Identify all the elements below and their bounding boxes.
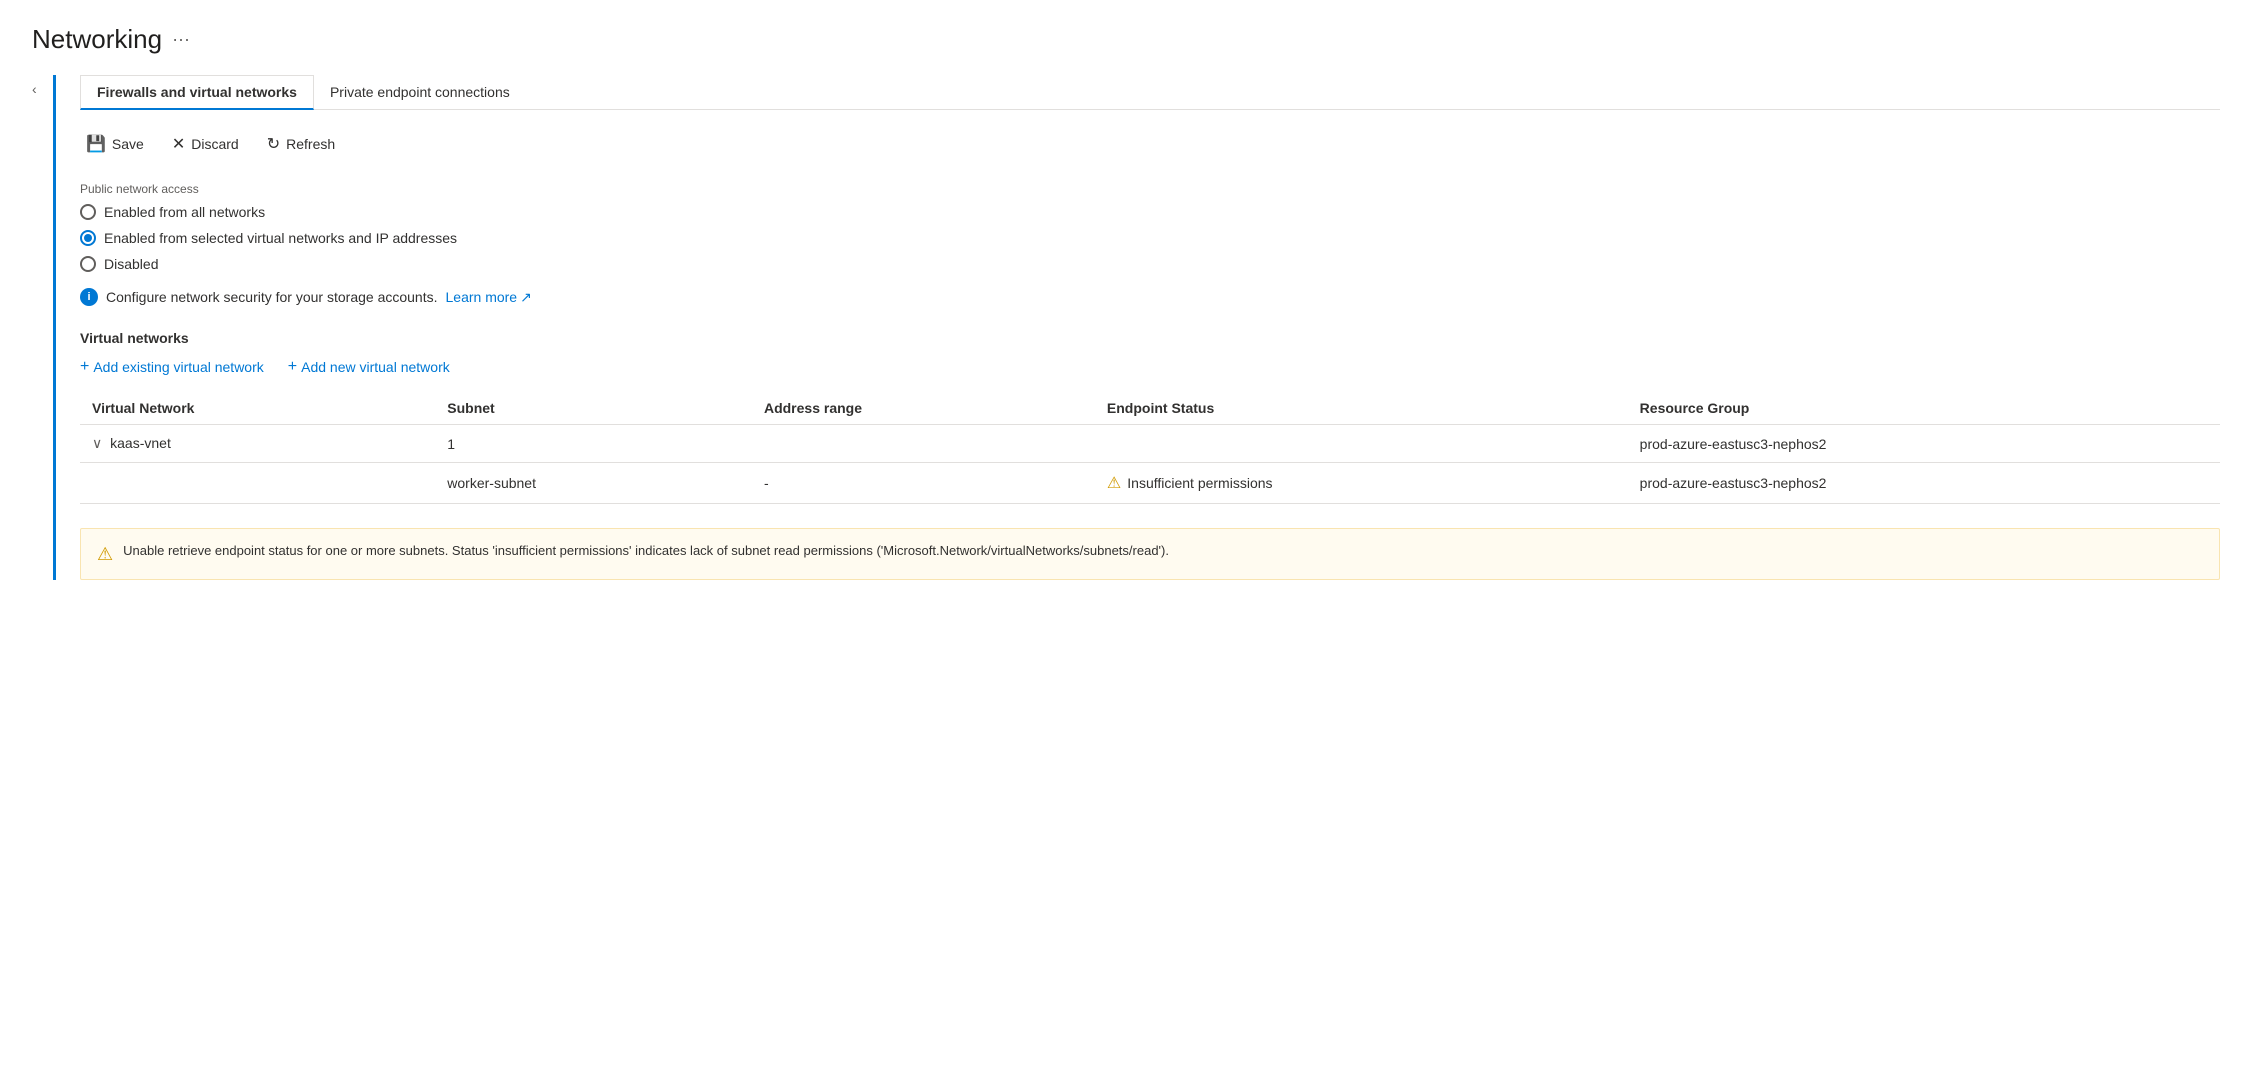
warning-box-icon: ⚠ bbox=[97, 544, 113, 565]
plus-icon-new: + bbox=[288, 358, 297, 376]
col-vnet: Virtual Network bbox=[80, 392, 435, 425]
action-links: + Add existing virtual network + Add new… bbox=[80, 358, 2220, 376]
endpoint-status-label: Insufficient permissions bbox=[1127, 475, 1272, 491]
collapse-panel-button[interactable]: ‹ bbox=[32, 75, 56, 580]
public-access-section: Public network access Enabled from all n… bbox=[80, 182, 2220, 306]
title-ellipsis: ··· bbox=[172, 29, 190, 50]
tab-private-endpoints[interactable]: Private endpoint connections bbox=[314, 75, 526, 109]
refresh-label: Refresh bbox=[286, 136, 335, 152]
plus-icon-existing: + bbox=[80, 358, 89, 376]
learn-more-label: Learn more bbox=[446, 289, 518, 305]
discard-label: Discard bbox=[191, 136, 238, 152]
info-text: Configure network security for your stor… bbox=[106, 289, 438, 305]
add-existing-vnet-link[interactable]: + Add existing virtual network bbox=[80, 358, 264, 376]
col-endpoint: Endpoint Status bbox=[1095, 392, 1628, 425]
info-row: i Configure network security for your st… bbox=[80, 288, 2220, 306]
external-link-icon: ↗ bbox=[520, 289, 532, 306]
add-new-label: Add new virtual network bbox=[301, 359, 450, 375]
info-icon: i bbox=[80, 288, 98, 306]
radio-all-networks-label: Enabled from all networks bbox=[104, 204, 265, 220]
title-text: Networking bbox=[32, 24, 162, 55]
refresh-icon: ↻ bbox=[267, 134, 280, 154]
radio-disabled-circle bbox=[80, 256, 96, 272]
rg-cell-2: prod-azure-eastusc3-nephos2 bbox=[1628, 463, 2220, 504]
address-cell-1 bbox=[752, 425, 1095, 463]
vnet-name-cell: ∨ kaas-vnet bbox=[80, 425, 435, 463]
virtual-networks-section: Virtual networks + Add existing virtual … bbox=[80, 330, 2220, 504]
vnet-name: kaas-vnet bbox=[110, 435, 171, 451]
col-subnet: Subnet bbox=[435, 392, 752, 425]
tab-bar: Firewalls and virtual networks Private e… bbox=[80, 75, 2220, 110]
warning-box-text: Unable retrieve endpoint status for one … bbox=[123, 543, 1169, 558]
address-cell-2: - bbox=[752, 463, 1095, 504]
discard-icon: ✕ bbox=[172, 134, 185, 154]
radio-all-networks[interactable]: Enabled from all networks bbox=[80, 204, 2220, 220]
page-title: Networking ··· bbox=[32, 24, 2220, 55]
table-row: worker-subnet - ⚠ Insufficient permissio… bbox=[80, 463, 2220, 504]
endpoint-cell-1 bbox=[1095, 425, 1628, 463]
public-access-radio-group: Enabled from all networks Enabled from s… bbox=[80, 204, 2220, 272]
rg-cell-1: prod-azure-eastusc3-nephos2 bbox=[1628, 425, 2220, 463]
virtual-networks-title: Virtual networks bbox=[80, 330, 2220, 346]
radio-disabled[interactable]: Disabled bbox=[80, 256, 2220, 272]
warning-triangle-icon: ⚠ bbox=[1107, 473, 1121, 493]
radio-selected-networks-label: Enabled from selected virtual networks a… bbox=[104, 230, 457, 246]
table-row: ∨ kaas-vnet 1 prod-azure-eastusc3-nephos… bbox=[80, 425, 2220, 463]
radio-disabled-label: Disabled bbox=[104, 256, 158, 272]
virtual-networks-table: Virtual Network Subnet Address range End… bbox=[80, 392, 2220, 504]
col-rg: Resource Group bbox=[1628, 392, 2220, 425]
radio-selected-networks-circle bbox=[80, 230, 96, 246]
refresh-button[interactable]: ↻ Refresh bbox=[261, 130, 341, 158]
radio-all-networks-circle bbox=[80, 204, 96, 220]
chevron-icon: ∨ bbox=[92, 435, 102, 451]
vnet-name-cell-2 bbox=[80, 463, 435, 504]
endpoint-cell-2: ⚠ Insufficient permissions bbox=[1095, 463, 1628, 504]
public-access-label: Public network access bbox=[80, 182, 2220, 196]
tab-firewalls[interactable]: Firewalls and virtual networks bbox=[80, 75, 314, 110]
subnet-cell-2: worker-subnet bbox=[435, 463, 752, 504]
add-existing-label: Add existing virtual network bbox=[93, 359, 263, 375]
subnet-cell-1: 1 bbox=[435, 425, 752, 463]
warning-box: ⚠ Unable retrieve endpoint status for on… bbox=[80, 528, 2220, 580]
add-new-vnet-link[interactable]: + Add new virtual network bbox=[288, 358, 450, 376]
radio-selected-networks[interactable]: Enabled from selected virtual networks a… bbox=[80, 230, 2220, 246]
toolbar: 💾 Save ✕ Discard ↻ Refresh bbox=[80, 130, 2220, 158]
discard-button[interactable]: ✕ Discard bbox=[166, 130, 245, 158]
save-icon: 💾 bbox=[86, 134, 106, 154]
col-address: Address range bbox=[752, 392, 1095, 425]
save-button[interactable]: 💾 Save bbox=[80, 130, 150, 158]
learn-more-link[interactable]: Learn more ↗ bbox=[446, 289, 532, 306]
save-label: Save bbox=[112, 136, 144, 152]
